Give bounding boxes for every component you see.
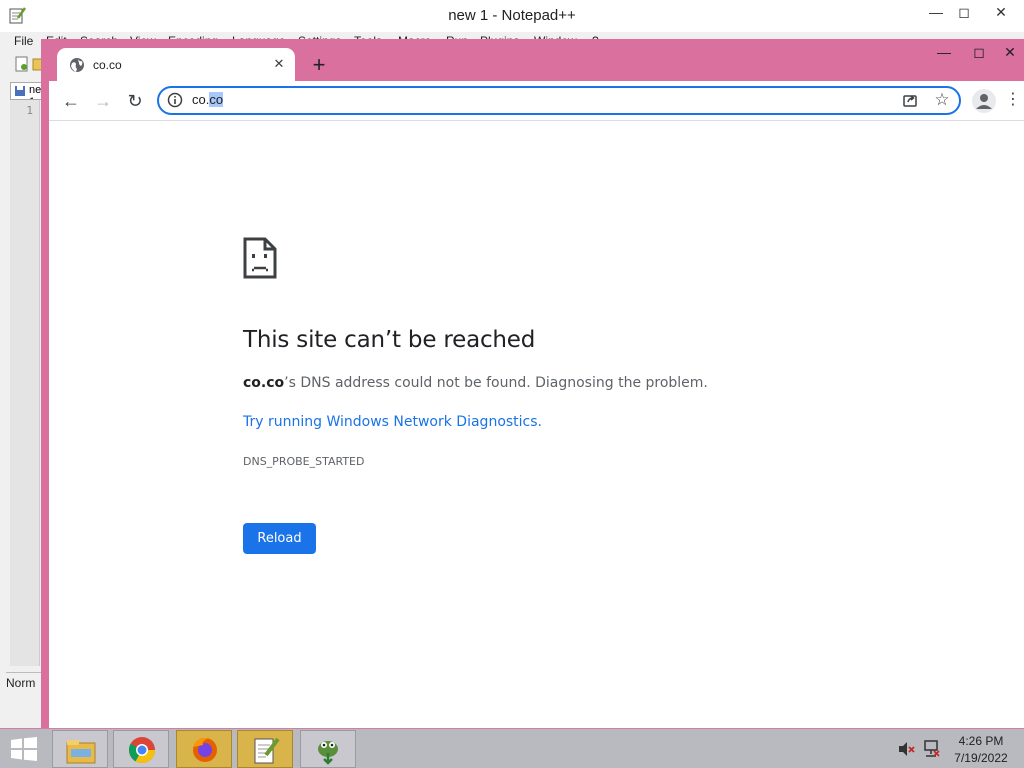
error-message: ’s DNS address could not be found. Diagn… [284, 375, 708, 391]
error-domain: co.co [243, 375, 285, 391]
error-description: co.co’s DNS address could not be found. … [243, 375, 708, 391]
file-explorer-icon [66, 740, 96, 764]
notepadpp-title: new 1 - Notepad++ [448, 7, 576, 24]
taskbar: 4:26 PM 7/19/2022 [0, 728, 1024, 768]
error-title: This site can’t be reached [243, 327, 536, 353]
back-button[interactable]: ← [57, 87, 85, 115]
browser-toolbar: ← → ↻ co.co ☆ ⋮ [49, 81, 1024, 121]
chrome-minimize-button[interactable]: — [927, 41, 961, 65]
reload-button[interactable]: Reload [243, 523, 316, 554]
line-number: 1 [26, 104, 33, 117]
taskbar-firefox[interactable] [176, 730, 232, 768]
new-tab-button[interactable]: + [306, 53, 332, 79]
error-code: DNS_PROBE_STARTED [243, 455, 365, 468]
maximize-button[interactable]: ◻ [948, 0, 980, 26]
kebab-menu-icon[interactable]: ⋮ [1005, 89, 1021, 113]
sad-page-icon [243, 237, 277, 279]
volume-muted-icon[interactable] [897, 741, 915, 757]
share-icon[interactable] [901, 91, 919, 109]
line-number-gutter: 1 [10, 100, 40, 666]
globe-icon [70, 58, 84, 72]
info-icon[interactable] [167, 92, 183, 108]
url-prefix: co. [192, 92, 210, 107]
clock-time[interactable]: 4:26 PM [955, 734, 1007, 748]
chrome-maximize-button[interactable]: ◻ [962, 41, 996, 65]
reload-icon[interactable]: ↻ [121, 87, 149, 115]
bookmark-star-icon[interactable]: ☆ [933, 90, 951, 110]
error-page: This site can’t be reached co.co’s DNS a… [49, 121, 1024, 729]
chrome-close-button[interactable]: ✕ [996, 41, 1024, 65]
forward-button[interactable]: → [89, 87, 117, 115]
chrome-window: co.co ✕ + — ◻ ✕ ← → ↻ co.co ☆ ⋮ This sit… [41, 39, 1024, 729]
notepadpp-icon [254, 737, 280, 764]
download-app-icon [318, 741, 338, 765]
taskbar-download-app[interactable] [300, 730, 356, 768]
chrome-titlebar: co.co ✕ + — ◻ ✕ [41, 39, 1024, 82]
network-icon[interactable] [922, 740, 940, 758]
close-button[interactable]: ✕ [984, 0, 1018, 26]
tab-title: co.co [93, 58, 122, 72]
clock-date[interactable]: 7/19/2022 [950, 751, 1012, 765]
network-diagnostics-link[interactable]: Try running Windows Network Diagnostics. [243, 414, 542, 430]
menu-file[interactable]: File [14, 34, 33, 48]
browser-tab[interactable]: co.co ✕ [57, 48, 295, 82]
windows-start-icon[interactable] [10, 737, 38, 761]
address-bar[interactable]: co.co ☆ [157, 86, 961, 115]
profile-avatar-icon[interactable] [972, 89, 996, 113]
taskbar-explorer[interactable] [52, 730, 108, 768]
url-text[interactable]: co.co [192, 92, 224, 107]
notepadpp-titlebar: new 1 - Notepad++ — ◻ ✕ [0, 0, 1024, 32]
taskbar-notepadpp[interactable] [237, 730, 293, 768]
url-selection: co [209, 92, 224, 107]
tab-close-icon[interactable]: ✕ [270, 55, 288, 73]
new-file-icon[interactable] [14, 56, 30, 72]
taskbar-chrome[interactable] [113, 730, 169, 768]
chrome-icon [128, 737, 156, 764]
save-icon [15, 86, 25, 96]
firefox-icon [193, 737, 217, 762]
